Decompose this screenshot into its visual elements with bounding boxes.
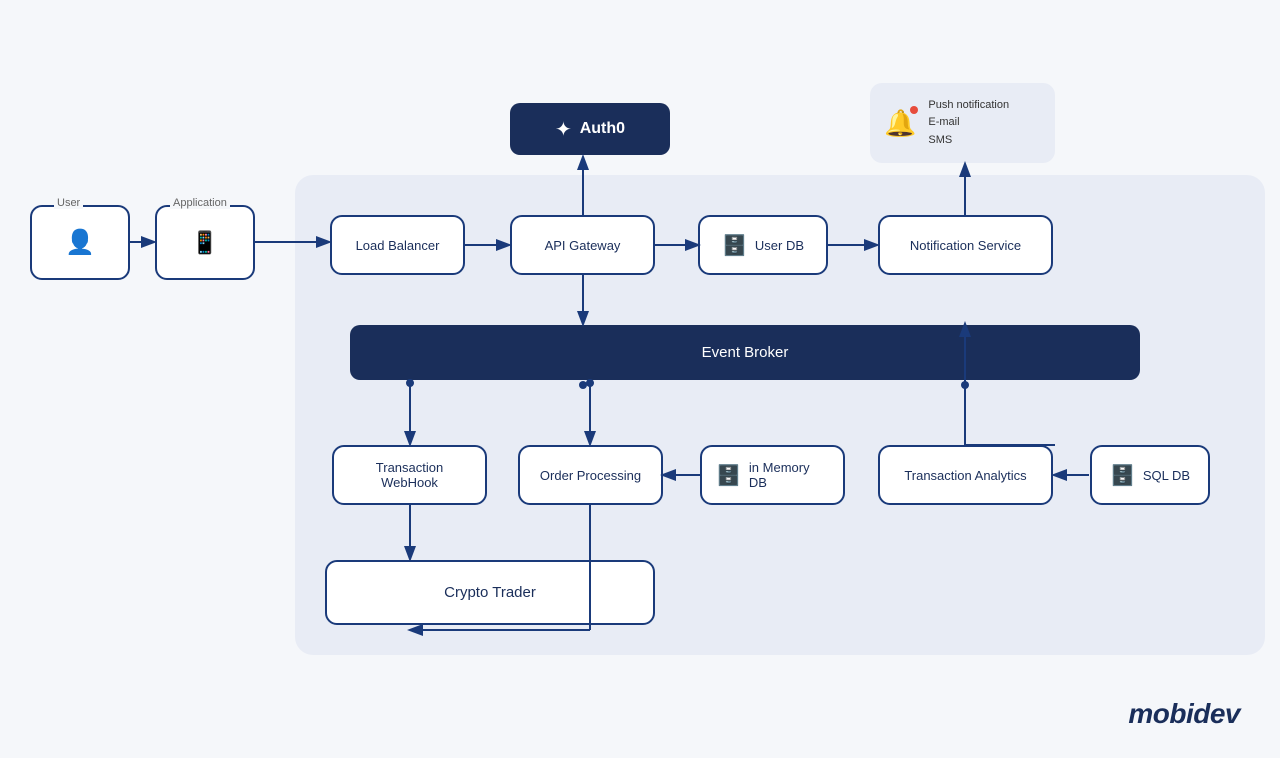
- notif-line-2: E-mail: [928, 114, 1009, 132]
- db-icon-memory: 🗄️: [716, 463, 741, 488]
- in-memory-db-box: 🗄️ in Memory DB: [700, 445, 845, 505]
- crypto-trader-box: Crypto Trader: [325, 560, 655, 625]
- event-broker-box: Event Broker: [350, 325, 1140, 380]
- user-label: User: [54, 197, 83, 209]
- auth0-icon: ✦: [555, 117, 572, 142]
- bell-dot: [910, 106, 918, 114]
- sql-db-box: 🗄️ SQL DB: [1090, 445, 1210, 505]
- load-balancer-box: Load Balancer: [330, 215, 465, 275]
- auth0-label: Auth0: [580, 120, 625, 138]
- notif-text: Push notification E-mail SMS: [928, 97, 1009, 150]
- order-processing-box: Order Processing: [518, 445, 663, 505]
- person-icon: 👤: [65, 228, 95, 257]
- db-icon-sql: 🗄️: [1110, 463, 1135, 488]
- mobidev-italic: dev: [1193, 698, 1240, 729]
- mobidev-logo: mobidev: [1128, 698, 1240, 730]
- transaction-analytics-box: Transaction Analytics: [878, 445, 1053, 505]
- api-gateway-box: API Gateway: [510, 215, 655, 275]
- transaction-webhook-box: Transaction WebHook: [332, 445, 487, 505]
- application-box: 📱: [155, 205, 255, 280]
- user-box: 👤: [30, 205, 130, 280]
- notif-line-1: Push notification: [928, 97, 1009, 115]
- db-icon-user: 🗄️: [722, 233, 747, 258]
- notification-service-box: Notification Service: [878, 215, 1053, 275]
- phone-icon: 📱: [191, 230, 218, 256]
- user-db-box: 🗄️ User DB: [698, 215, 828, 275]
- diagram-container: ✦ Auth0 🔔 Push notification E-mail SMS 👤…: [0, 0, 1280, 758]
- mobidev-name: mobi: [1128, 698, 1193, 729]
- notif-info-box: 🔔 Push notification E-mail SMS: [870, 83, 1055, 163]
- notif-line-3: SMS: [928, 132, 1009, 150]
- application-label: Application: [170, 197, 230, 209]
- auth0-box: ✦ Auth0: [510, 103, 670, 155]
